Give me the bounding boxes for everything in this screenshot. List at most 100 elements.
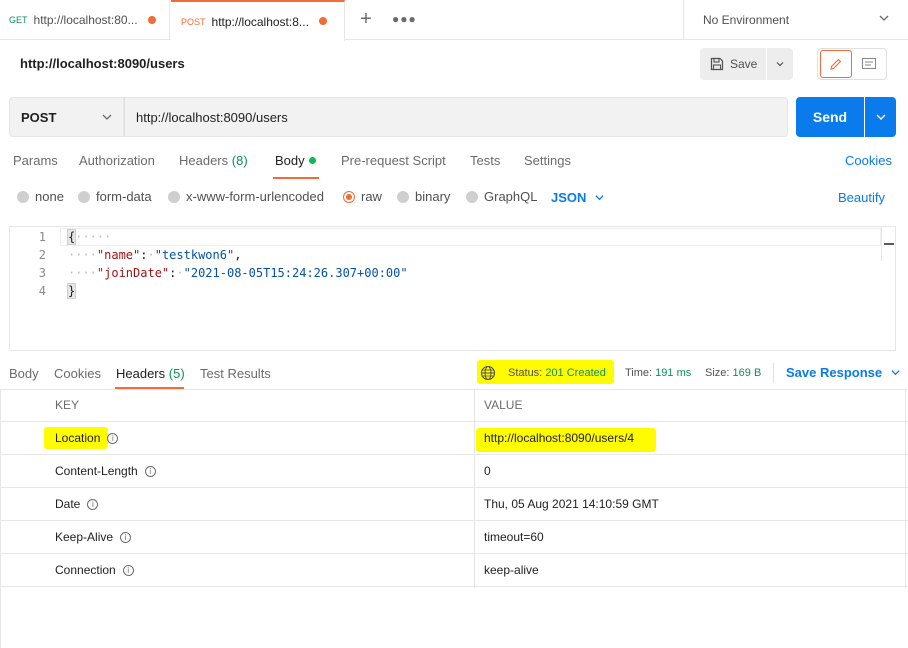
current-line-highlight	[60, 228, 881, 246]
json-key: "name"	[96, 248, 141, 262]
tab-body[interactable]: Body	[275, 153, 316, 168]
header-key-text: Date	[55, 497, 81, 511]
tab-params[interactable]: Params	[13, 153, 58, 168]
request-tabs: Params Authorization Headers (8) Body Pr…	[0, 150, 908, 179]
tab-method: POST	[181, 16, 206, 27]
response-size[interactable]: Size: 169 B	[705, 367, 761, 379]
body-type-none[interactable]: none	[17, 189, 64, 204]
response-time[interactable]: Time: 191 ms	[625, 367, 691, 379]
line-number: 3	[38, 266, 46, 280]
size-label: Size:	[705, 367, 730, 379]
response-headers-count: (5)	[168, 366, 185, 381]
more-tabs-icon[interactable]: ●●●	[392, 12, 417, 26]
active-tab-indicator	[273, 177, 319, 179]
request-tab-get[interactable]: GET http://localhost:80...	[0, 0, 170, 40]
request-title[interactable]: http://localhost:8090/users	[20, 56, 185, 71]
body-type-binary[interactable]: binary	[397, 189, 450, 204]
table-row: Location i http://localhost:8090/users/4	[0, 422, 908, 455]
header-value: http://localhost:8090/users/4	[484, 431, 635, 445]
save-button[interactable]: Save	[700, 48, 766, 80]
response-status[interactable]: Status: 201 Created	[508, 367, 606, 379]
edit-mode-button[interactable]	[820, 50, 852, 78]
editor-scrollbar[interactable]	[881, 227, 895, 261]
documentation-mode-button[interactable]	[853, 50, 885, 78]
new-tab-plus-icon[interactable]: +	[356, 8, 376, 31]
send-button[interactable]: Send	[796, 97, 864, 137]
tab-authorization[interactable]: Authorization	[79, 153, 155, 168]
info-icon[interactable]: i	[122, 564, 134, 576]
body-format-select[interactable]: JSON	[551, 190, 605, 205]
code-line: {·····	[66, 229, 112, 245]
globe-icon[interactable]	[480, 365, 496, 381]
url-input[interactable]: http://localhost:8090/users	[124, 97, 788, 137]
json-string: "2021-08-05T15:24:26.307+00:00"	[183, 266, 408, 280]
body-type-label: GraphQL	[484, 189, 538, 204]
response-tabs: Body Cookies Headers (5) Test Results	[0, 358, 908, 390]
save-dropdown-button[interactable]	[767, 48, 793, 80]
method-select[interactable]: POST	[9, 97, 124, 137]
tab-method: GET	[9, 15, 28, 25]
tab-prerequest-script[interactable]: Pre-request Script	[341, 153, 446, 168]
body-type-label: binary	[415, 189, 451, 204]
cookies-link[interactable]: Cookies	[845, 153, 892, 168]
header-key: Location i	[55, 431, 119, 445]
table-header-row: KEY VALUE	[0, 389, 908, 422]
method-value: POST	[21, 109, 57, 125]
body-active-dot-icon	[308, 157, 316, 164]
response-tab-body[interactable]: Body	[9, 366, 39, 381]
body-type-form-data[interactable]: form-data	[78, 189, 152, 204]
header-key-text: Keep-Alive	[55, 530, 114, 544]
response-tab-cookies[interactable]: Cookies	[54, 366, 101, 381]
response-tab-headers[interactable]: Headers (5)	[116, 366, 185, 381]
status-value: 201 Created	[545, 367, 606, 379]
tab-settings[interactable]: Settings	[524, 153, 571, 168]
json-string: "testkwon6"	[154, 248, 235, 262]
close-brace: }	[66, 283, 77, 299]
info-icon[interactable]: i	[107, 432, 119, 444]
body-type-label: raw	[361, 189, 382, 204]
send-dropdown-button[interactable]	[865, 97, 896, 137]
info-icon[interactable]: i	[144, 465, 156, 477]
header-value: Thu, 05 Aug 2021 14:10:59 GMT	[484, 497, 659, 511]
info-icon[interactable]: i	[120, 531, 132, 543]
unsaved-dot-icon	[319, 17, 327, 25]
column-header-value: VALUE	[484, 398, 523, 412]
body-type-urlencoded[interactable]: x-www-form-urlencoded	[168, 189, 324, 204]
body-type-label: x-www-form-urlencoded	[186, 189, 324, 204]
header-key: Keep-Alive i	[55, 530, 132, 544]
tab-url: http://localhost:80...	[33, 13, 138, 27]
header-key: Connection i	[55, 563, 134, 577]
body-type-label: form-data	[96, 189, 152, 204]
radio-icon	[78, 190, 90, 203]
size-value: 169 B	[732, 367, 762, 379]
header-key-text: Connection	[55, 563, 116, 577]
response-tab-test-results[interactable]: Test Results	[200, 366, 271, 381]
unsaved-dot-icon	[148, 16, 156, 24]
tab-strip: GET http://localhost:80... POST http://l…	[0, 0, 908, 41]
radio-icon	[17, 190, 29, 203]
body-type-graphql[interactable]: GraphQL	[466, 189, 537, 204]
tab-tests[interactable]: Tests	[470, 153, 500, 168]
line-number-gutter: 1 2 3 4	[10, 227, 60, 350]
save-response-button[interactable]: Save Response	[786, 365, 901, 380]
body-format-value: JSON	[551, 190, 587, 205]
chevron-down-icon	[879, 15, 889, 21]
chevron-down-icon	[595, 195, 605, 201]
code-line: ····"name":·"testkwon6",	[68, 248, 242, 262]
tab-headers[interactable]: Headers (8)	[179, 153, 248, 168]
request-title-bar: http://localhost:8090/users Save	[0, 40, 908, 88]
time-value: 191 ms	[655, 367, 692, 379]
chevron-down-icon	[876, 114, 885, 120]
beautify-link[interactable]: Beautify	[838, 190, 885, 205]
body-type-label: none	[35, 189, 64, 204]
tab-body-label: Body	[275, 153, 305, 168]
request-tab-post[interactable]: POST http://localhost:8...	[171, 0, 345, 41]
environment-select[interactable]: No Environment	[683, 0, 908, 40]
body-type-raw[interactable]: raw	[343, 189, 382, 204]
body-editor[interactable]: 1 2 3 4 {····· ····"name":·"testkwon6", …	[9, 226, 896, 351]
info-icon[interactable]: i	[87, 498, 99, 510]
code-line: }	[66, 283, 77, 299]
body-type-options: none form-data x-www-form-urlencoded raw…	[0, 186, 908, 208]
line-number: 2	[38, 248, 46, 262]
header-value: keep-alive	[484, 563, 539, 577]
